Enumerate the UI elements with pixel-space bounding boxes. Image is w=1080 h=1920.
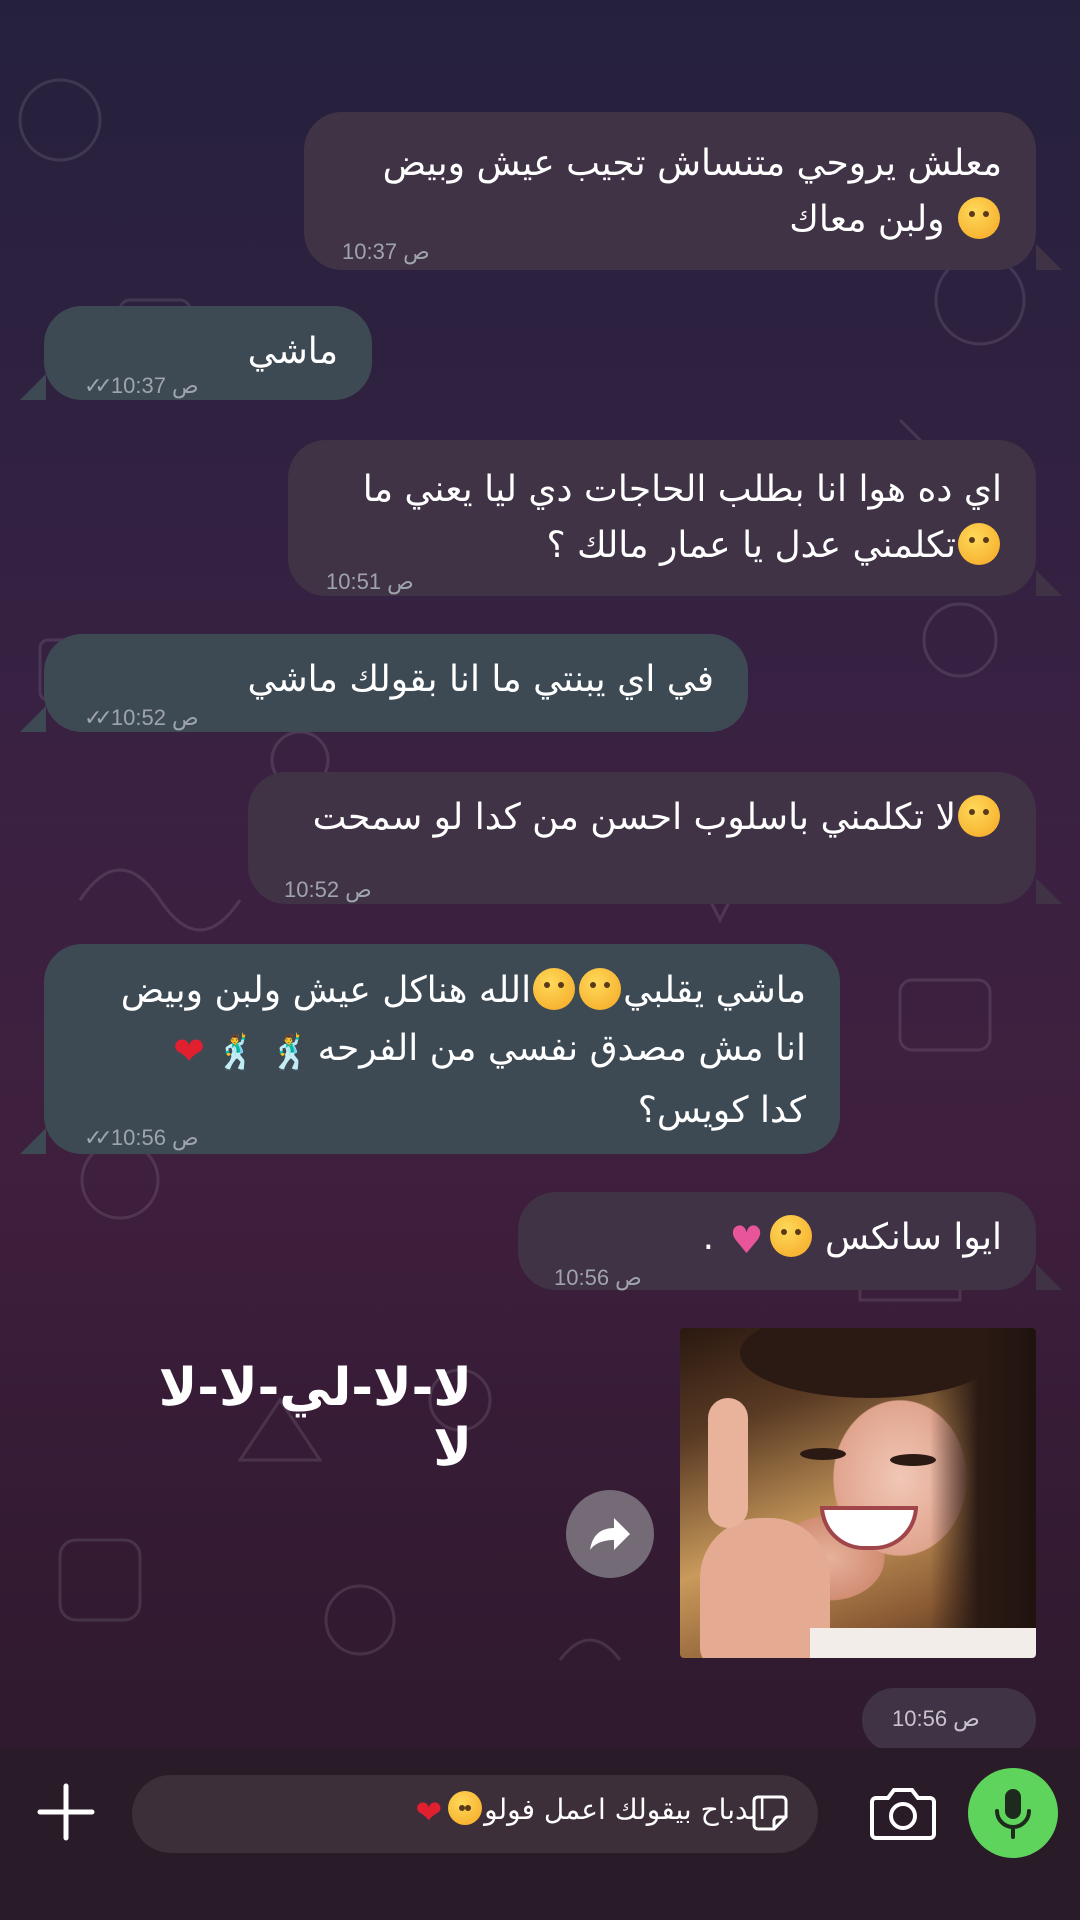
message-bubble-outgoing[interactable]: اي ده هوا انا بطلب الحاجات دي ليا يعني م… [288,440,1036,596]
bubble-tail [1036,570,1062,596]
bubble-tail [1036,1264,1062,1290]
double-check-icon: ✓✓ [84,373,113,398]
message-text-line: تكلمني عدل يا عمار مالك ؟ [546,525,956,566]
message-input[interactable]: الدباح بيقولك اعمل فولو ❤ [132,1775,818,1853]
double-check-icon: ✓✓ [84,1125,113,1150]
dancing-man-emoji: 🕺 [269,1033,312,1073]
heart-eyes-emoji [579,968,622,1010]
message-text: ماشي [247,331,338,372]
message-text: لا تكلمني باسلوب احسن من كدا لو سمحت [312,797,956,838]
plus-icon[interactable] [36,1782,96,1842]
pensive-face-emoji [448,1791,483,1825]
forward-button[interactable] [566,1490,654,1578]
pensive-face-emoji [958,795,1000,837]
message-text: ايوا سانكس [825,1217,1002,1258]
message-meta: ✓✓ 10:56 ص [84,1110,199,1166]
bubble-tail [20,706,46,732]
message-meta: ✓✓ 10:37 ص [84,358,199,414]
microphone-button[interactable] [968,1768,1058,1858]
message-bubble-incoming[interactable]: ماشي ✓✓ 10:37 ص [44,306,372,400]
sticker-overlay-text: لا-لا-لي-لا-لا لا [158,1358,472,1478]
pink-heart-emoji: ♥ [729,1218,764,1262]
message-meta: 10:56 ص [554,1250,642,1306]
draft-text: الدباح بيقولك اعمل فولو [484,1793,766,1826]
bubble-tail [1036,244,1062,270]
message-text-line: اي ده هوا انا بطلب الحاجات دي ليا يعني م… [362,469,1002,510]
message-time: 10:52 ص [284,877,372,902]
message-bubble-outgoing[interactable]: معلش يروحي متنساش تجيب عيش وبيض ولبن معا… [304,112,1036,270]
pleading-face-emoji [958,197,1000,239]
message-time: 10:37 ص [110,373,199,398]
message-meta: ✓✓ 10:52 ص [84,690,199,746]
bubble-tail [20,374,46,400]
message-meta: 10:37 ص [342,224,430,280]
message-time: 10:56 ص [554,1265,642,1290]
message-text: في اي يبنتي ما انا بقولك ماشي [247,659,714,700]
media-time-pill: 10:56 ص [862,1688,1036,1752]
shared-photo[interactable] [680,1328,1036,1658]
heart-eyes-emoji [533,968,576,1010]
message-bubble-incoming[interactable]: في اي يبنتي ما انا بقولك ماشي ✓✓ 10:52 ص [44,634,748,732]
message-time: 10:56 ص [892,1706,980,1731]
forward-arrow-icon [590,1518,630,1550]
message-time: 10:51 ص [326,569,414,594]
red-heart-emoji: ❤ [173,1029,205,1073]
message-text-line: ولبن معاك [789,199,945,240]
camera-icon[interactable] [870,1784,936,1840]
microphone-icon [995,1789,1031,1839]
message-text-line: ماشي يقلبي [623,970,806,1011]
unamused-face-emoji [958,523,1000,565]
message-bubble-outgoing[interactable]: لا تكلمني باسلوب احسن من كدا لو سمحت 10:… [248,772,1036,904]
message-time: 10:56 ص [110,1125,199,1150]
message-bubble-outgoing[interactable]: ايوا سانكس ♥ . 10:56 ص [518,1192,1036,1290]
message-meta: 10:52 ص [284,862,372,918]
double-check-icon: ✓✓ [84,705,113,730]
bubble-tail [1036,878,1062,904]
message-bubble-incoming[interactable]: ماشي يقلبي الله هناكل عيش ولبن وبيض انا م… [44,944,840,1154]
message-text-line: معلش يروحي متنساش تجيب عيش وبيض [382,143,1002,184]
message-meta: 10:51 ص [326,554,414,610]
message-text-line: الله هناكل عيش ولبن وبيض [120,970,532,1011]
red-heart-emoji: ❤ [415,1793,443,1831]
message-text-line: انا مش مصدق نفسي من الفرحه [317,1028,806,1069]
bubble-tail [20,1128,46,1154]
tears-of-joy-emoji [769,1215,812,1257]
message-text-dot: . [702,1217,715,1258]
message-text-line: كدا كويس؟ [637,1090,806,1131]
sticker-icon[interactable] [750,1793,790,1833]
message-time: 10:37 ص [342,239,430,264]
dancing-man-emoji: 🕺 [214,1033,258,1073]
message-time: 10:52 ص [110,705,199,730]
